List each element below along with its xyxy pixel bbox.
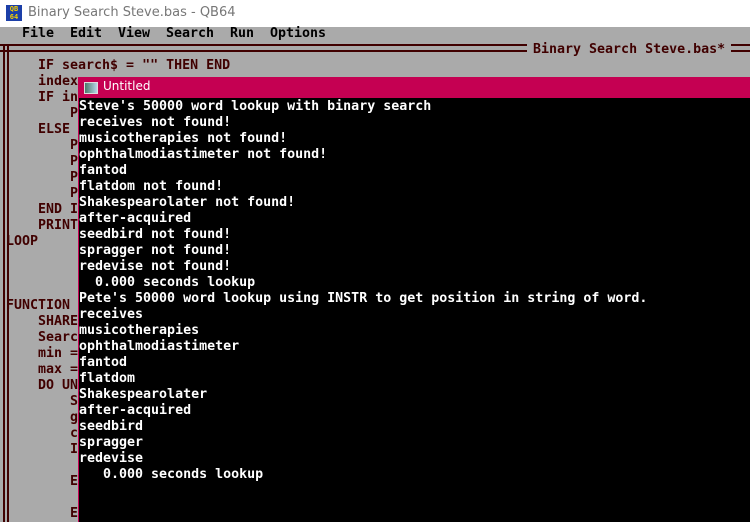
output-line: fantod: [79, 355, 128, 370]
code-line: IF search$ = "" THEN END: [38, 58, 231, 73]
code-line: P: [70, 106, 79, 121]
menu-options[interactable]: Options: [270, 26, 326, 42]
output-line: 0.000 seconds lookup: [79, 275, 256, 290]
code-line: FUNCTION: [6, 298, 71, 313]
code-line: max =: [38, 362, 79, 377]
menu-edit[interactable]: Edit: [70, 26, 102, 42]
window-icon: [84, 82, 98, 94]
editor-file-title: Binary Search Steve.bas*: [533, 42, 726, 57]
output-line: flatdom not found!: [79, 179, 224, 194]
output-line: after-acquired: [79, 403, 192, 418]
output-line: receives not found!: [79, 115, 232, 130]
output-line: spragger: [79, 435, 144, 450]
output-line: ophthalmodiastimeter: [79, 339, 240, 354]
output-line: Shakespearolater: [79, 387, 208, 402]
code-line: LOOP: [6, 234, 39, 249]
output-line: fantod: [79, 163, 128, 178]
window-title: Binary Search Steve.bas - QB64: [28, 5, 236, 20]
output-window-titlebar[interactable]: Untitled: [79, 77, 750, 98]
code-line: g: [70, 410, 79, 425]
window-titlebar: QB 64 Binary Search Steve.bas - QB64: [0, 0, 750, 27]
menu-view[interactable]: View: [118, 26, 150, 42]
code-line: c: [70, 426, 79, 441]
code-line: Searc: [38, 330, 79, 345]
output-line: spragger not found!: [79, 243, 232, 258]
code-line: END I: [38, 202, 79, 217]
code-line: I: [70, 442, 79, 457]
code-line: ELSE: [38, 122, 71, 137]
qb64-icon: QB 64: [6, 5, 22, 21]
code-line: P: [70, 154, 79, 169]
menu-search[interactable]: Search: [166, 26, 214, 42]
code-line: min =: [38, 346, 79, 361]
code-line: IF in: [38, 90, 79, 105]
output-line: flatdom: [79, 371, 136, 386]
code-line: E: [70, 474, 79, 489]
editor-left-border: [3, 44, 9, 522]
menu-file[interactable]: File: [22, 26, 54, 42]
output-line: Shakespearolater not found!: [79, 195, 296, 210]
code-line: P: [70, 186, 79, 201]
output-window[interactable]: Untitled Steve's 50000 word lookup with …: [78, 77, 750, 522]
output-line: receives: [79, 307, 144, 322]
output-line: redevise: [79, 451, 144, 466]
menu-bar: File Edit View Search Run Options: [0, 26, 750, 43]
menu-run[interactable]: Run: [230, 26, 254, 42]
code-line: DO UN: [38, 378, 79, 393]
code-line: SHARE: [38, 314, 79, 329]
code-line: PRINT: [38, 218, 79, 233]
output-line: after-acquired: [79, 211, 192, 226]
output-line: 0.000 seconds lookup: [79, 467, 264, 482]
code-line: E: [70, 506, 79, 521]
output-console: Steve's 50000 word lookup with binary se…: [79, 99, 647, 483]
code-line: index: [38, 74, 79, 89]
output-line: redevise not found!: [79, 259, 232, 274]
output-line: Steve's 50000 word lookup with binary se…: [79, 99, 432, 114]
output-window-title: Untitled: [103, 79, 151, 93]
code-line: P: [70, 138, 79, 153]
code-line: S: [70, 394, 79, 409]
output-line: Pete's 50000 word lookup using INSTR to …: [79, 291, 648, 306]
code-line: P: [70, 170, 79, 185]
output-line: seedbird: [79, 419, 144, 434]
output-line: ophthalmodiastimeter not found!: [79, 147, 328, 162]
output-line: seedbird not found!: [79, 227, 232, 242]
output-line: musicotherapies: [79, 323, 200, 338]
output-line: musicotherapies not found!: [79, 131, 288, 146]
